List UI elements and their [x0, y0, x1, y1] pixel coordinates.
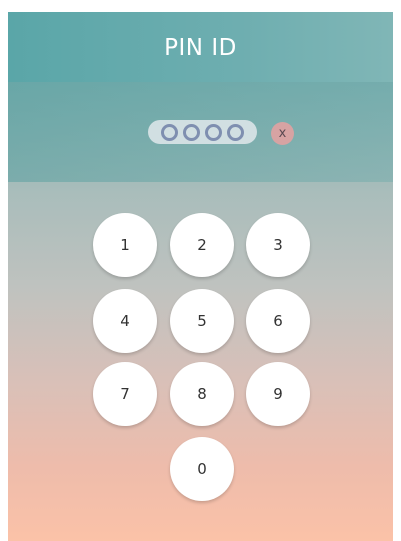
pin-display: [148, 120, 257, 144]
pin-screen: PIN ID x 1 2 3 4 5 6 7 8 9 0: [8, 12, 393, 541]
key-1[interactable]: 1: [93, 213, 157, 277]
pin-dot-4: [227, 123, 244, 141]
key-4[interactable]: 4: [93, 289, 157, 353]
key-0[interactable]: 0: [170, 437, 234, 501]
pin-entry-area: x: [8, 82, 393, 182]
key-7[interactable]: 7: [93, 362, 157, 426]
pin-dot-2: [183, 123, 200, 141]
clear-button[interactable]: x: [271, 122, 294, 145]
pin-dot-3: [205, 123, 222, 141]
key-6[interactable]: 6: [246, 289, 310, 353]
header: PIN ID: [8, 12, 393, 82]
pin-dot-1: [161, 123, 178, 141]
key-5[interactable]: 5: [170, 289, 234, 353]
key-2[interactable]: 2: [170, 213, 234, 277]
key-9[interactable]: 9: [246, 362, 310, 426]
page-title: PIN ID: [164, 35, 237, 61]
key-8[interactable]: 8: [170, 362, 234, 426]
key-3[interactable]: 3: [246, 213, 310, 277]
